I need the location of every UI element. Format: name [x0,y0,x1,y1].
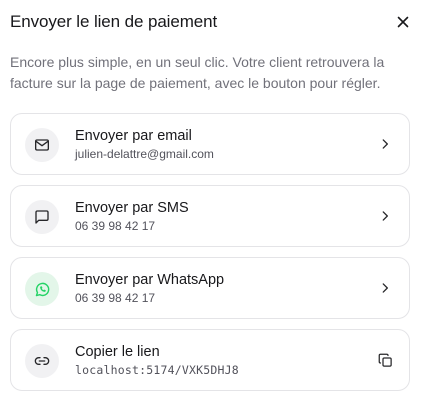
option-title: Envoyer par email [75,128,192,144]
option-title: Envoyer par WhatsApp [75,272,225,288]
send-payment-link-dialog: Envoyer le lien de paiement Encore plus … [0,0,422,404]
chevron-right-icon [382,283,388,293]
option-title: Copier le lien [75,344,160,360]
close-icon [397,16,409,28]
option-subtitle: 06 39 98 42 17 [75,219,156,233]
send-whatsapp-option[interactable]: Envoyer par WhatsApp 06 39 98 42 17 [10,257,410,319]
message-square-icon [35,210,49,224]
dialog-header: Envoyer le lien de paiement [10,10,412,34]
link-url: localhost:5174/VXK5DHJ8 [75,363,239,377]
link-icon [34,357,50,365]
option-subtitle: julien-delattre@gmail.com [75,147,214,161]
sms-icon-wrapper [25,200,59,234]
chevron-right-icon [382,211,388,221]
whatsapp-icon-wrapper [25,272,59,306]
whatsapp-icon [35,282,49,296]
option-title: Envoyer par SMS [75,200,189,216]
copy-button[interactable] [377,352,393,368]
mail-icon [35,139,49,151]
close-button[interactable] [394,13,412,31]
dialog-title: Envoyer le lien de paiement [10,12,218,31]
email-icon-wrapper [25,128,59,162]
chevron-wrapper [377,280,393,296]
copy-icon [378,353,392,367]
link-icon-wrapper [25,344,59,378]
copy-link-option[interactable]: Copier le lien localhost:5174/VXK5DHJ8 [10,329,410,391]
chevron-right-icon [382,139,388,149]
dialog-description: Encore plus simple, en un seul clic. Vot… [10,54,385,91]
option-subtitle: 06 39 98 42 17 [75,291,156,305]
chevron-wrapper [377,136,393,152]
send-sms-option[interactable]: Envoyer par SMS 06 39 98 42 17 [10,185,410,247]
chevron-wrapper [377,208,393,224]
send-email-option[interactable]: Envoyer par email julien-delattre@gmail.… [10,113,410,175]
